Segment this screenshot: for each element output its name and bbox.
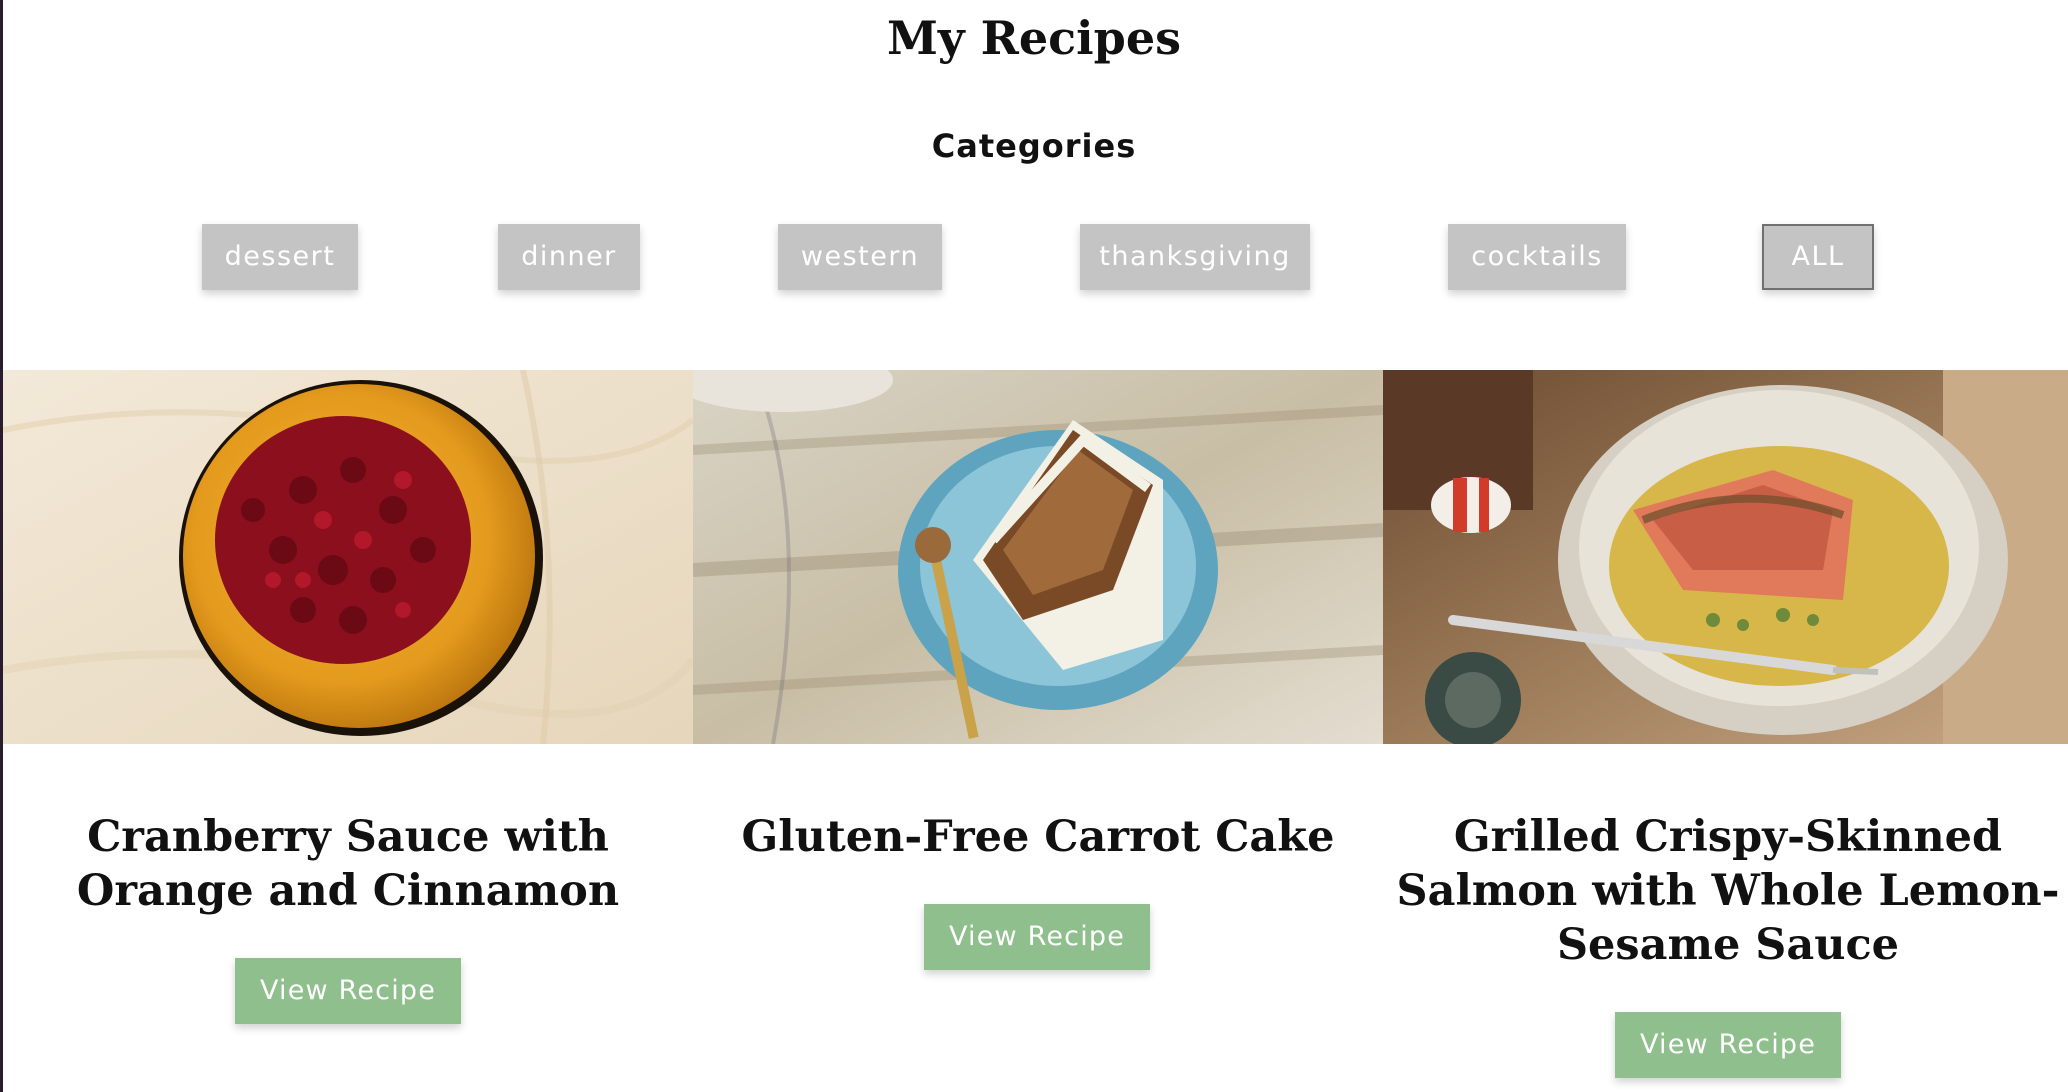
recipe-title: Cranberry Sauce with Orange and Cinnamon (76, 812, 620, 916)
category-dessert-button[interactable]: dessert (202, 224, 358, 290)
category-western-button[interactable]: western (778, 224, 942, 290)
cranberry-sauce-photo (3, 370, 693, 744)
recipe-title: Grilled Crispy-Skinned Salmon with Whole… (1396, 812, 2060, 970)
category-thanksgiving-button[interactable]: thanksgiving (1080, 224, 1310, 290)
view-recipe-button[interactable]: View Recipe (235, 958, 461, 1024)
category-dinner-button[interactable]: dinner (498, 224, 640, 290)
recipe-title: Gluten-Free Carrot Cake (741, 812, 1335, 862)
view-recipe-button[interactable]: View Recipe (1615, 1012, 1841, 1078)
page-title: My Recipes (887, 11, 1181, 65)
category-cocktails-button[interactable]: cocktails (1448, 224, 1626, 290)
category-all-button[interactable]: ALL (1762, 224, 1874, 290)
categories-heading: Categories (931, 127, 1137, 165)
view-recipe-button[interactable]: View Recipe (924, 904, 1150, 970)
salmon-photo (1383, 370, 2068, 744)
carrot-cake-photo (693, 370, 1383, 744)
